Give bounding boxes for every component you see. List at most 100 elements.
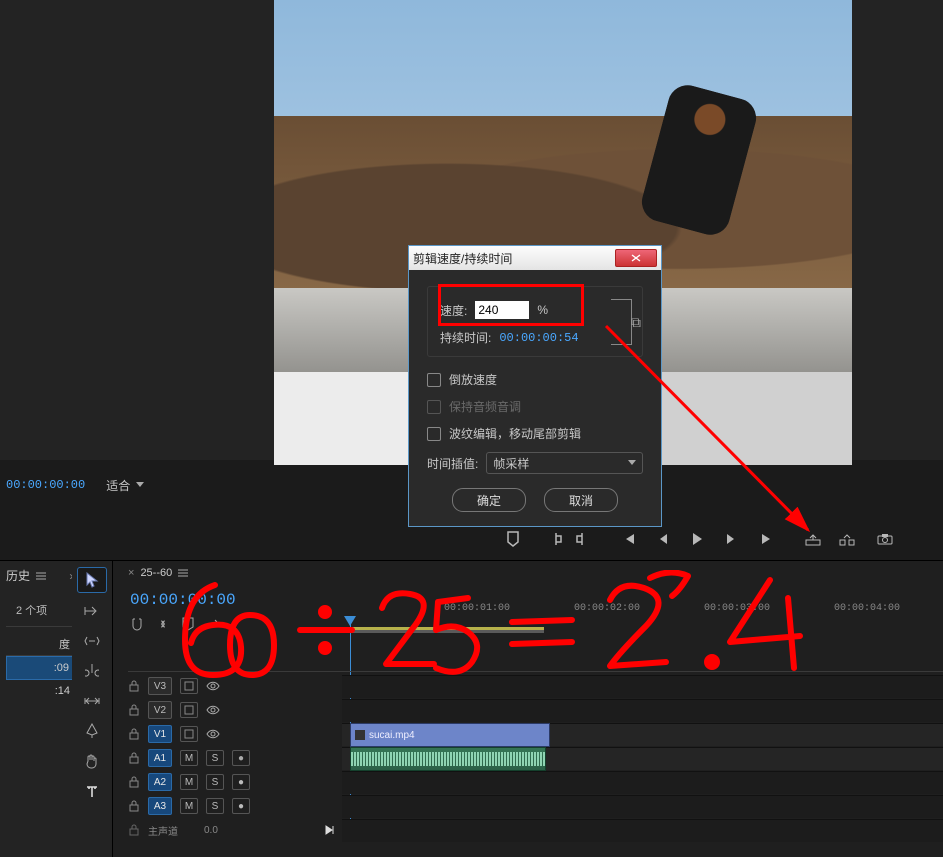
speed-input[interactable] [475,301,529,319]
extract-button[interactable] [838,530,856,548]
record-button[interactable]: ● [232,798,250,814]
sequence-tab[interactable]: × 25--60 [128,567,188,579]
track-header-a1[interactable]: A1 M S ● [128,747,340,769]
go-to-out-button[interactable] [758,530,776,548]
mute-button[interactable]: M [180,750,198,766]
track-tag[interactable]: V1 [148,725,172,743]
lock-icon[interactable] [128,728,140,740]
lift-button[interactable] [804,530,822,548]
bin-row[interactable]: :09 [6,656,76,680]
reverse-label: 倒放速度 [449,371,497,388]
go-to-in-button[interactable] [620,530,638,548]
track-lane-a2[interactable] [342,771,943,794]
interp-dropdown[interactable]: 帧采样 [486,452,643,474]
pitch-label: 保持音频音调 [449,398,521,415]
lock-icon[interactable] [128,752,140,764]
ripple-edit-tool[interactable] [78,629,106,653]
eye-icon[interactable] [206,681,220,691]
bin-row[interactable]: 度 [6,633,76,655]
pen-tool[interactable] [78,719,106,743]
bin-cell: :14 [55,685,70,697]
video-clip[interactable]: sucai.mp4 [350,723,550,747]
track-header-a3[interactable]: A3 M S ● [128,795,340,817]
solo-button[interactable]: S [206,774,224,790]
track-tag[interactable]: A3 [148,797,172,815]
track-tag[interactable]: A2 [148,773,172,791]
interp-value: 帧采样 [493,455,529,472]
work-area-track [350,630,544,633]
solo-button[interactable]: S [206,750,224,766]
track-header-a2[interactable]: A2 M S ● [128,771,340,793]
hand-tool[interactable] [78,749,106,773]
program-timecode[interactable]: 00:00:00:00 [6,478,85,492]
cancel-button[interactable]: 取消 [544,488,618,512]
interp-label: 时间插值: [427,455,478,472]
play-button[interactable] [688,530,706,548]
ruler-label: 00:00:03:00 [704,603,770,614]
cancel-label: 取消 [569,492,593,509]
track-header-master[interactable]: 主声道 0.0 [128,819,340,841]
linked-selection-icon[interactable] [156,617,170,631]
selection-tool[interactable] [77,567,107,593]
track-header-v2[interactable]: V2 [128,699,340,721]
slip-tool[interactable] [78,689,106,713]
track-header-v3[interactable]: V3 [128,675,340,697]
timeline-timecode[interactable]: 00:00:00:00 [130,591,236,609]
step-back-button[interactable] [654,530,672,548]
dialog-titlebar[interactable]: 剪辑速度/持续时间 [409,246,661,270]
marker-icon[interactable] [182,617,194,631]
go-end-icon[interactable] [324,824,336,836]
add-marker-button[interactable] [504,530,522,548]
track-lane-v2[interactable] [342,699,943,722]
ok-button[interactable]: 确定 [452,488,526,512]
snap-icon[interactable] [130,617,144,631]
lock-icon[interactable] [128,824,140,836]
eye-icon[interactable] [206,705,220,715]
ruler-label: 00:00:01:00 [444,603,510,614]
track-target[interactable] [180,678,198,694]
clip-speed-duration-dialog: 剪辑速度/持续时间 速度: % 持续时间: 00:00:00:54 倒放速度 保… [408,245,662,527]
lock-icon[interactable] [128,776,140,788]
razor-tool[interactable] [78,659,106,683]
close-icon[interactable]: × [128,567,134,579]
step-forward-button[interactable] [722,530,740,548]
dialog-title-text: 剪辑速度/持续时间 [413,250,512,267]
track-target[interactable] [180,702,198,718]
record-button[interactable]: ● [232,750,250,766]
link-icon[interactable] [611,299,632,345]
lock-icon[interactable] [128,800,140,812]
bin-row[interactable]: :14 [6,680,76,702]
ripple-label: 波纹编辑，移动尾部剪辑 [449,425,581,442]
track-lane-v3[interactable] [342,675,943,698]
mark-out-button[interactable] [572,530,590,548]
track-header-v1[interactable]: V1 [128,723,340,745]
project-item-count: 2 个项 [16,602,76,618]
track-lane-master[interactable] [342,819,943,842]
type-tool[interactable] [78,779,106,803]
mute-button[interactable]: M [180,798,198,814]
track-tag[interactable]: V2 [148,701,172,719]
lock-icon[interactable] [128,704,140,716]
lock-icon[interactable] [128,680,140,692]
duration-value[interactable]: 00:00:00:54 [499,331,578,345]
settings-icon[interactable] [206,617,220,631]
eye-icon[interactable] [206,729,220,739]
solo-button[interactable]: S [206,798,224,814]
mute-button[interactable]: M [180,774,198,790]
audio-clip[interactable] [350,747,546,771]
track-lane-a3[interactable] [342,795,943,818]
track-target[interactable] [180,726,198,742]
track-tag[interactable]: V3 [148,677,172,695]
zoom-fit-dropdown[interactable]: 适合 [97,474,153,497]
project-tab-label: 历史 [6,567,30,584]
reverse-checkbox[interactable] [427,373,441,387]
track-select-tool[interactable] [78,599,106,623]
ripple-checkbox[interactable] [427,427,441,441]
bin-cell: 度 [59,636,70,652]
export-frame-button[interactable] [876,530,894,548]
project-tab[interactable]: 历史 » [6,567,76,584]
dialog-close-button[interactable] [615,249,657,267]
mark-in-button[interactable] [548,530,566,548]
track-tag[interactable]: A1 [148,749,172,767]
record-button[interactable]: ● [232,774,250,790]
